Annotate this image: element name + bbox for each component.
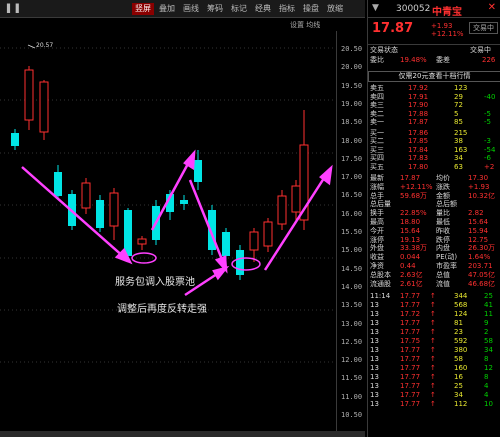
y-tick-label: 14.00 (341, 282, 363, 291)
menu-icon[interactable]: ▼ (372, 3, 379, 13)
y-axis-line (336, 31, 337, 437)
tick-row: 13 17.77 ↑ 58 8 (370, 355, 489, 364)
stat-row: 涨停 19.13 跌停 12.75 (370, 235, 489, 244)
stat-row: 总后量 总后额 (370, 200, 457, 209)
tick-row: 13 17.75 ↑ 592 58 (370, 337, 493, 346)
ask-row: 卖一 17.87 85 -5 (370, 118, 491, 126)
last-price: 17.87 (372, 21, 414, 36)
stock-code: 300052 (396, 4, 431, 14)
y-tick-label: 19.50 (341, 81, 363, 90)
candle-body (291, 185, 301, 213)
y-tick-label: 10.50 (341, 411, 363, 419)
y-tick-label: 20.00 (341, 63, 363, 72)
y-tick-label: 19.00 (341, 99, 363, 108)
y-tick-label: 17.50 (341, 154, 363, 163)
candle-body (109, 192, 119, 227)
price-change: +1.93 +12.11% (431, 22, 464, 38)
y-tick-label: 13.50 (341, 301, 363, 310)
stat-row: 总股本 2.63亿 总值 47.05亿 (370, 270, 496, 279)
bid-row: 买五 17.80 63 +2 (370, 162, 495, 171)
y-tick-label: 16.00 (341, 209, 363, 218)
bid-ratio-row: 委比 19.48% 委差 226 (370, 56, 496, 64)
y-tick-label: 12.00 (341, 356, 363, 365)
candle-body (263, 221, 273, 247)
trade-button[interactable]: 交易中 (469, 22, 498, 34)
tick-row: 13 17.77 ↑ 81 9 (370, 319, 489, 328)
y-tick-label: 18.50 (341, 118, 363, 127)
tick-row: 11:14 17.77 ↑ 344 25 (370, 292, 493, 301)
stat-row: 外盘 33.38万 内盘 26.30万 (370, 244, 496, 253)
tick-row: 13 17.77 ↑ 160 12 (370, 364, 493, 373)
annotation-pool: 服务包调入股票池 (115, 277, 195, 288)
stat-row: 收益 0.044 PE(动) 1.64% (370, 253, 491, 262)
stat-row: 净资 0.44 市盈率 203.71 (370, 262, 493, 270)
candle-body (222, 232, 230, 256)
y-tick-label: 15.00 (341, 246, 363, 255)
y-tick-label: 18.00 (341, 136, 363, 145)
tick-row: 13 17.77 ↑ 34 4 (370, 391, 489, 400)
tick-row: 13 17.72 ↑ 124 11 (370, 310, 493, 319)
candle-body (249, 231, 259, 251)
stat-row: 今开 15.64 昨收 15.94 (370, 226, 489, 235)
y-tick-label: 16.50 (341, 191, 363, 200)
y-tick-label: 14.50 (341, 264, 363, 273)
quote-header: ▼ 300052 中青宝 ✕ (368, 0, 500, 18)
tick-row: 13 17.77 ↑ 23 2 (370, 328, 489, 337)
candle-body (236, 250, 244, 275)
candle-body (194, 160, 202, 182)
y-tick-label: 20.50 (341, 45, 363, 53)
level2-banner[interactable]: 仅需20元查看十档行情 (368, 71, 500, 82)
y-tick-label: 15.50 (341, 228, 363, 236)
y-tick-label: 11.50 (341, 374, 363, 383)
stat-row: 涨幅 +12.11% 涨跌 +1.93 (370, 182, 490, 191)
tick-row: 13 17.77 ↑ 25 4 (370, 382, 489, 391)
trade-status-row: 交易状态 交易中 (370, 46, 491, 54)
stock-name: 中青宝 (432, 7, 462, 18)
tick-row: 13 17.77 ↑ 16 8 (370, 373, 489, 382)
stat-row: 最高 18.80 最低 15.64 (370, 218, 489, 226)
candle-body (81, 182, 91, 209)
quote-panel: ▼ 300052 中青宝 ✕ 17.87 +1.93 +12.11% 交易中 交易… (367, 0, 500, 437)
annotation-reversal: 调整后再度反转走强 (117, 304, 207, 315)
chart-scrollbar[interactable] (0, 431, 365, 437)
tick-row: 13 17.77 ↑ 112 10 (370, 400, 493, 409)
candle-body (277, 195, 287, 225)
y-tick-label: 12.50 (341, 337, 363, 346)
candle-body (124, 210, 132, 256)
y-tick-label: 17.00 (341, 173, 363, 182)
candle-body (11, 133, 19, 146)
stat-row: 最新 17.87 均价 17.30 (370, 174, 489, 182)
stat-row: 换手 22.85% 量比 2.82 (370, 209, 484, 218)
candle-body (96, 200, 104, 228)
candle-body (180, 200, 188, 204)
peak-price-label: 20.57 (36, 42, 54, 49)
tick-row: 13 17.77 ↑ 568 41 (370, 301, 493, 310)
close-icon[interactable]: ✕ (488, 2, 496, 13)
candle-body (54, 172, 62, 196)
tick-row: 13 17.77 ↑ 380 34 (370, 346, 493, 355)
candle-body (24, 69, 34, 121)
candle-body (137, 238, 147, 245)
stat-row: 流通股 2.61亿 流值 46.68亿 (370, 279, 496, 288)
kline-chart[interactable]: 竖屏 叠加 画线 筹码 标记 经典 指标 操盘 放缩 ▌ ▌ 设置 均线 20.50 20.00 19… (0, 0, 365, 437)
y-tick-label: 13.00 (341, 319, 363, 328)
candle-body (39, 81, 49, 133)
y-tick-label: 11.00 (341, 392, 363, 401)
